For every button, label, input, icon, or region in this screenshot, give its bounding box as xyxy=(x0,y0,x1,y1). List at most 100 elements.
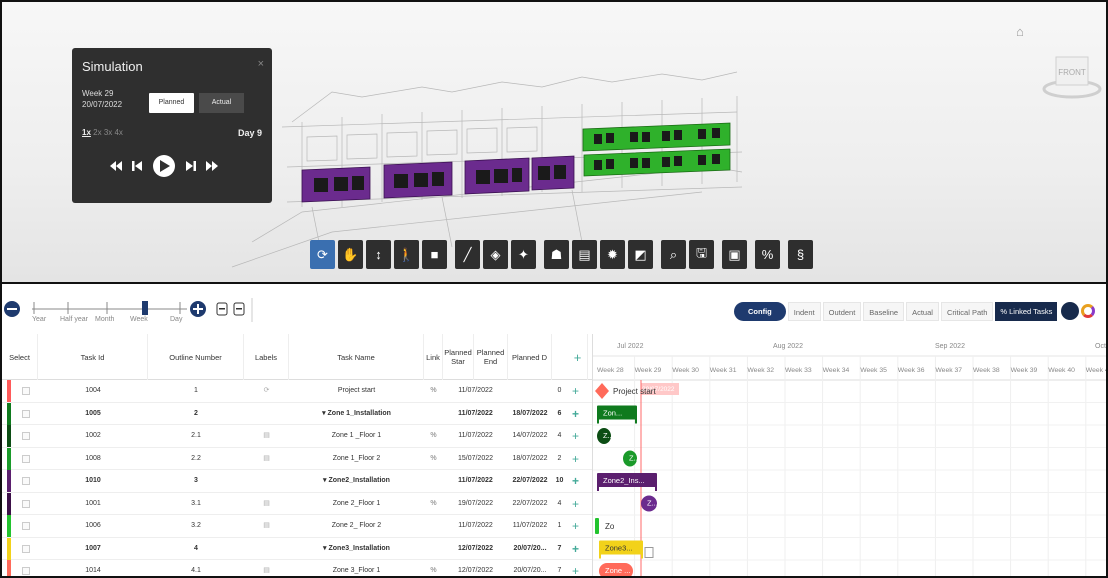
row-checkbox[interactable] xyxy=(22,567,30,575)
row-checkbox[interactable] xyxy=(22,544,30,553)
critical-path-button[interactable]: Critical Path xyxy=(940,301,994,321)
row-checkbox[interactable] xyxy=(22,454,30,463)
add-task-icon[interactable]: + xyxy=(572,560,579,576)
properties-icon[interactable]: ▤ xyxy=(572,240,597,269)
add-task-icon[interactable]: + xyxy=(572,515,579,537)
color-legend-icon[interactable] xyxy=(1081,304,1096,318)
zoom-icon[interactable]: ↕ xyxy=(366,240,391,269)
speed-active[interactable]: 1x xyxy=(82,128,91,137)
explode-icon[interactable]: ✦ xyxy=(511,240,536,269)
table-row[interactable]: 1005 2 ▾ Zone 1_Installation 11/07/2022 18/0… xyxy=(2,402,592,425)
play-icon[interactable] xyxy=(153,155,175,177)
zoom-slider[interactable] xyxy=(2,292,272,332)
task-name[interactable]: Zone 1 _Floor 1 xyxy=(289,425,424,447)
header-link[interactable]: Link xyxy=(424,334,443,380)
task-name[interactable]: Zone 3_Floor 1 xyxy=(289,560,424,576)
planned-button[interactable]: Planned xyxy=(149,93,194,113)
header-outline-number[interactable]: Outline Number xyxy=(148,334,244,380)
add-task-icon[interactable]: + xyxy=(572,538,579,560)
add-task-icon[interactable]: + xyxy=(572,448,579,470)
table-row[interactable]: 1007 4 ▾ Zone3_Installation 12/07/2022 20/07… xyxy=(2,537,592,560)
outdent-button[interactable]: Outdent xyxy=(822,301,862,321)
measure-icon[interactable]: ╱ xyxy=(455,240,480,269)
speed-selector[interactable]: 1x 2x 3x 4x xyxy=(82,128,123,137)
table-row[interactable]: 1006 3.2 ▤ Zone 2_ Floor 2 11/07/2022 11/07/2… xyxy=(2,515,592,538)
save-icon[interactable]: 🖫 xyxy=(689,240,714,269)
row-checkbox[interactable] xyxy=(22,409,30,418)
link-icon[interactable]: % xyxy=(424,425,443,447)
navigation-cube[interactable]: FRONT xyxy=(1042,47,1102,107)
actual-button[interactable]: Actual xyxy=(199,93,244,113)
table-row[interactable]: 1002 2.1 ▤ Zone 1 _Floor 1% 11/07/2022 14/07/… xyxy=(2,425,592,448)
milestone-marker[interactable] xyxy=(595,383,609,399)
zoom-label-month[interactable]: Month xyxy=(95,316,114,323)
header-task-id[interactable]: Task Id xyxy=(38,334,148,380)
home-icon[interactable]: ⌂ xyxy=(1016,24,1024,39)
header-planned-end[interactable]: Planned End xyxy=(474,334,508,380)
task-name[interactable]: Project start xyxy=(289,380,424,402)
header-planned-star[interactable]: Planned Star xyxy=(443,334,474,380)
close-icon[interactable]: × xyxy=(258,58,264,70)
walk-icon[interactable]: 🚶 xyxy=(394,240,419,269)
bookmark-icon[interactable]: ▣ xyxy=(722,240,747,269)
add-task-icon[interactable]: + xyxy=(572,470,579,492)
zoom-label-half-year[interactable]: Half year xyxy=(60,316,88,323)
link-icon[interactable]: % xyxy=(424,380,443,402)
add-task-icon[interactable]: + xyxy=(572,380,579,402)
row-checkbox[interactable] xyxy=(22,477,30,485)
add-task-icon[interactable]: + xyxy=(572,403,579,425)
add-task-icon[interactable]: + xyxy=(572,425,579,447)
task-name[interactable]: Zone 2_ Floor 2 xyxy=(289,515,424,537)
section-icon[interactable]: ◈ xyxy=(483,240,508,269)
model-browser-icon[interactable]: ☗ xyxy=(544,240,569,269)
export-icon[interactable] xyxy=(1061,302,1080,320)
step-forward-icon[interactable] xyxy=(186,161,196,171)
zoom-label-week[interactable]: Week xyxy=(130,316,148,323)
fullscreen-icon[interactable]: ◩ xyxy=(628,240,653,269)
table-row[interactable]: 1008 2.2 ▤ Zone 1_Floor 2% 15/07/2022 18/07/2… xyxy=(2,447,592,470)
fast-forward-icon[interactable] xyxy=(206,161,218,171)
step-back-icon[interactable] xyxy=(132,161,142,171)
task-name[interactable]: ▾ Zone3_Installation xyxy=(289,538,424,560)
add-task-icon[interactable]: + xyxy=(572,493,579,515)
task-name[interactable]: Zone 1_Floor 2 xyxy=(289,448,424,470)
zoom-handle[interactable] xyxy=(142,301,148,315)
task-name[interactable]: Zone 2_Floor 1 xyxy=(289,493,424,515)
linked-tasks-button[interactable]: % Linked Tasks xyxy=(995,301,1058,321)
header-task-name[interactable]: Task Name xyxy=(289,334,424,380)
add-column-icon[interactable]: + xyxy=(568,334,588,380)
row-checkbox[interactable] xyxy=(22,387,30,395)
collapse-all-icon[interactable] xyxy=(233,302,245,316)
link-icon[interactable]: % xyxy=(424,448,443,470)
table-row[interactable]: 1004 1 ⟳ Project start% 11/07/2022 0 + xyxy=(2,380,592,403)
header-planned-d[interactable]: Planned D xyxy=(508,334,552,380)
table-row[interactable]: 1001 3.1 ▤ Zone 2_Floor 1% 19/07/2022 22/07/2… xyxy=(2,492,592,515)
model-viewer[interactable]: ⌂ FRONT Simulation × Week 29 20/07/2022 … xyxy=(2,2,1106,282)
row-checkbox[interactable] xyxy=(22,522,30,530)
header-select[interactable]: Select xyxy=(2,334,38,380)
baseline-button[interactable]: Baseline xyxy=(863,301,905,321)
rewind-icon[interactable] xyxy=(110,161,122,171)
row-checkbox[interactable] xyxy=(22,499,30,508)
link-icon[interactable]: % xyxy=(424,560,443,576)
zoom-label-day[interactable]: Day xyxy=(170,316,182,323)
zoom-label-year[interactable]: Year xyxy=(32,316,46,323)
speed-options[interactable]: 2x 3x 4x xyxy=(93,128,123,137)
orbit-icon[interactable]: ⟳ xyxy=(310,240,335,269)
link-icon[interactable]: % xyxy=(755,240,780,269)
actual-button[interactable]: Actual xyxy=(906,301,939,321)
gantt-bar[interactable] xyxy=(595,518,599,534)
pan-icon[interactable]: ✋ xyxy=(338,240,363,269)
camera-icon[interactable]: ■ xyxy=(422,240,447,269)
panel-divider[interactable] xyxy=(2,282,1106,284)
search-icon[interactable]: ⌕ xyxy=(661,240,686,269)
indent-button[interactable]: Indent xyxy=(787,301,821,321)
header-labels[interactable]: Labels xyxy=(244,334,289,380)
table-row[interactable]: 1014 4.1 ▤ Zone 3_Floor 1% 12/07/2022 20/07/2… xyxy=(2,560,592,576)
task-name[interactable]: ▾ Zone2_Installation xyxy=(289,470,424,492)
config-button[interactable]: Config xyxy=(734,301,786,321)
row-checkbox[interactable] xyxy=(22,432,30,440)
link-icon[interactable]: % xyxy=(424,493,443,515)
unlink-icon[interactable]: § xyxy=(788,240,813,269)
table-row[interactable]: 1010 3 ▾ Zone2_Installation 11/07/2022 22/07… xyxy=(2,470,592,493)
